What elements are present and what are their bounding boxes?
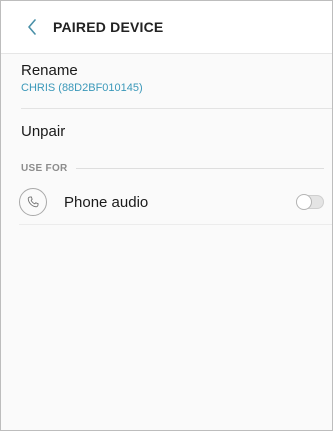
unpair-label: Unpair: [21, 123, 66, 140]
unpair-item[interactable]: Unpair: [1, 109, 332, 154]
chevron-left-icon: [28, 19, 36, 35]
phone-audio-label: Phone audio: [64, 193, 149, 211]
phone-audio-item[interactable]: Phone audio: [1, 180, 332, 224]
rename-item[interactable]: Rename CHRIS (88D2BF010145): [1, 53, 332, 108]
settings-list: Rename CHRIS (88D2BF010145) Unpair USE F…: [1, 53, 332, 225]
use-for-section-header: USE FOR: [1, 156, 332, 180]
back-button[interactable]: [13, 1, 51, 53]
page-title: PAIRED DEVICE: [53, 19, 164, 35]
phone-icon: [19, 188, 47, 216]
phone-audio-toggle[interactable]: [296, 194, 324, 210]
app-bar: PAIRED DEVICE: [1, 1, 332, 53]
divider: [19, 224, 332, 225]
rename-label: Rename: [21, 62, 78, 79]
screen: PAIRED DEVICE Rename CHRIS (88D2BF010145…: [0, 0, 333, 431]
section-title: USE FOR: [21, 162, 68, 174]
device-name: CHRIS (88D2BF010145): [21, 82, 143, 94]
toggle-knob: [296, 194, 312, 210]
section-divider: [75, 167, 324, 169]
